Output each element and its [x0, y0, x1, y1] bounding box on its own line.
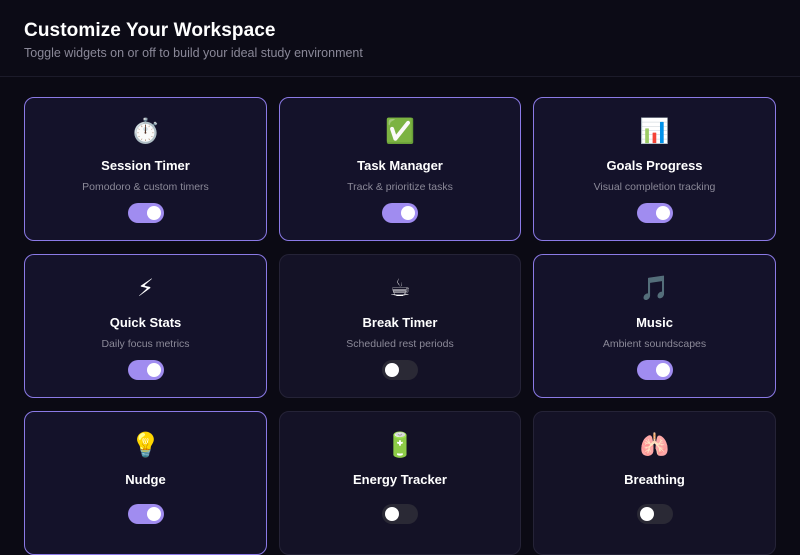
page-subtitle: Toggle widgets on or off to build your i…: [24, 46, 363, 60]
widget-card-energy-tracker[interactable]: 🔋 Energy Tracker: [279, 411, 521, 555]
toggle-knob: [385, 507, 399, 521]
toggle-knob: [146, 206, 161, 220]
widget-description: Pomodoro & custom timers: [82, 181, 209, 193]
widget-description: Ambient soundscapes: [602, 338, 707, 350]
widget-card-nudge[interactable]: 💡 Nudge: [24, 411, 267, 555]
widget-title: Energy Tracker: [353, 472, 447, 487]
widget-title: Breathing: [624, 472, 685, 487]
widget-card-task-manager[interactable]: ✅ Task Manager Track & prioritize tasks: [279, 97, 521, 241]
widget-title: Nudge: [125, 472, 166, 487]
widget-card-break-timer[interactable]: ☕ Break Timer Scheduled rest periods: [279, 254, 521, 398]
music-note-icon: 🎵: [639, 274, 670, 302]
widget-toggle[interactable]: [382, 504, 418, 524]
widget-toggle[interactable]: [636, 504, 673, 524]
widget-description: Visual completion tracking: [593, 181, 716, 193]
lungs-icon: 🫁: [639, 431, 670, 459]
widget-title: Task Manager: [357, 158, 443, 173]
lightning-icon: ⚡: [137, 274, 154, 302]
toggle-knob: [639, 507, 654, 521]
toggle-knob: [146, 363, 161, 377]
widget-title: Session Timer: [101, 158, 190, 173]
page-header: Customize Your Workspace Toggle widgets …: [0, 0, 800, 77]
widget-card-session-timer[interactable]: ⏱️ Session Timer Pomodoro & custom timer…: [24, 97, 267, 241]
widget-toggle[interactable]: [127, 360, 164, 380]
toggle-knob: [655, 363, 670, 377]
widget-title: Music: [636, 315, 673, 330]
widget-card-quick-stats[interactable]: ⚡ Quick Stats Daily focus metrics: [24, 254, 267, 398]
toggle-knob: [146, 507, 161, 521]
widget-title: Goals Progress: [606, 158, 703, 173]
widget-toggle[interactable]: [636, 360, 673, 380]
widget-toggle[interactable]: [636, 203, 673, 223]
widget-card-music[interactable]: 🎵 Music Ambient soundscapes: [533, 254, 776, 398]
battery-icon: 🔋: [385, 431, 415, 459]
coffee-icon: ☕: [389, 274, 411, 302]
widget-description: Scheduled rest periods: [346, 338, 454, 350]
page-title: Customize Your Workspace: [24, 20, 276, 41]
widget-toggle[interactable]: [127, 203, 164, 223]
toggle-knob: [655, 206, 670, 220]
toggle-knob: [401, 206, 415, 220]
bar-chart-icon: 📊: [639, 117, 670, 145]
widget-toggle[interactable]: [127, 504, 164, 524]
widget-title: Break Timer: [362, 315, 438, 330]
check-mark-icon: ✅: [385, 117, 415, 145]
widget-card-goals-progress[interactable]: 📊 Goals Progress Visual completion track…: [533, 97, 776, 241]
widget-description: Daily focus metrics: [101, 338, 190, 350]
widget-description: Track & prioritize tasks: [347, 181, 453, 193]
widget-toggle[interactable]: [382, 360, 418, 380]
widget-grid: ⏱️ Session Timer Pomodoro & custom timer…: [24, 97, 776, 555]
toggle-knob: [385, 363, 399, 377]
widget-title: Quick Stats: [109, 315, 182, 330]
stopwatch-icon: ⏱️: [130, 117, 161, 145]
widget-toggle[interactable]: [382, 203, 418, 223]
lightbulb-icon: 💡: [130, 431, 161, 459]
widget-card-breathing[interactable]: 🫁 Breathing: [533, 411, 776, 555]
